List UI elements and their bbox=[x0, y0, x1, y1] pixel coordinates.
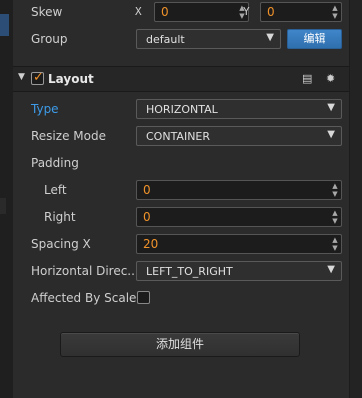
skew-y-field[interactable]: 0 ▲ ▼ bbox=[260, 2, 342, 22]
padding-left-label: Left bbox=[44, 183, 67, 197]
horizontal-direction-label: Horizontal Direc... bbox=[31, 264, 139, 278]
padding-left-value: 0 bbox=[143, 183, 151, 197]
horizontal-direction-select[interactable]: LEFT_TO_RIGHT ▼ bbox=[136, 261, 342, 281]
padding-row: Padding bbox=[13, 152, 349, 174]
skew-x-field[interactable]: 0 ▲ ▼ bbox=[154, 2, 249, 22]
skew-x-value: 0 bbox=[161, 5, 169, 19]
affected-by-scale-label: Affected By Scale bbox=[31, 291, 137, 305]
gutter-mark bbox=[0, 198, 6, 214]
layout-section-header[interactable]: ▼ ✓ Layout ▤ ✹ bbox=[13, 66, 349, 92]
gutter-selection-stripe bbox=[0, 14, 9, 36]
spacing-x-label: Spacing X bbox=[31, 237, 91, 251]
spinner-arrows-icon[interactable]: ▲ ▼ bbox=[330, 236, 340, 252]
padding-label: Padding bbox=[31, 156, 79, 170]
padding-right-row: Right 0 ▲ ▼ bbox=[13, 206, 349, 228]
add-component-button[interactable]: 添加组件 bbox=[60, 332, 300, 357]
right-scrollbar-track[interactable] bbox=[350, 0, 362, 398]
book-icon[interactable]: ▤ bbox=[302, 72, 312, 85]
group-value: default bbox=[146, 33, 185, 46]
spacing-x-field[interactable]: 20 ▲ ▼ bbox=[136, 234, 342, 254]
padding-right-label: Right bbox=[44, 210, 76, 224]
type-label: Type bbox=[31, 102, 59, 116]
group-label: Group bbox=[31, 32, 68, 46]
edit-group-button[interactable]: 编辑 bbox=[287, 29, 342, 49]
layout-section-title: Layout bbox=[48, 72, 94, 86]
layout-enabled-checkbox[interactable]: ✓ bbox=[31, 70, 44, 85]
resize-mode-select[interactable]: CONTAINER ▼ bbox=[136, 126, 342, 146]
spacing-x-row: Spacing X 20 ▲ ▼ bbox=[13, 233, 349, 255]
gear-icon[interactable]: ✹ bbox=[326, 72, 335, 85]
type-row: Type HORIZONTAL ▼ bbox=[13, 98, 349, 120]
padding-left-field[interactable]: 0 ▲ ▼ bbox=[136, 180, 342, 200]
group-select[interactable]: default ▼ bbox=[136, 29, 281, 49]
padding-left-row: Left 0 ▲ ▼ bbox=[13, 179, 349, 201]
inspector-panel: Skew X 0 ▲ ▼ Y 0 ▲ ▼ Group default ▼ 编辑 ▼ bbox=[13, 0, 350, 398]
spinner-arrows-icon[interactable]: ▲ ▼ bbox=[330, 4, 340, 20]
skew-row: Skew X 0 ▲ ▼ Y 0 ▲ ▼ bbox=[13, 1, 349, 23]
inspector-window: Skew X 0 ▲ ▼ Y 0 ▲ ▼ Group default ▼ 编辑 ▼ bbox=[0, 0, 362, 398]
skew-y-axis-label: Y bbox=[243, 5, 250, 18]
affected-by-scale-checkbox[interactable] bbox=[137, 291, 150, 304]
horizontal-direction-value: LEFT_TO_RIGHT bbox=[146, 265, 233, 278]
horizontal-direction-row: Horizontal Direc... LEFT_TO_RIGHT ▼ bbox=[13, 260, 349, 282]
group-row: Group default ▼ 编辑 bbox=[13, 28, 349, 50]
spinner-arrows-icon[interactable]: ▲ ▼ bbox=[330, 209, 340, 225]
skew-x-axis-label: X bbox=[135, 5, 142, 18]
type-select[interactable]: HORIZONTAL ▼ bbox=[136, 99, 342, 119]
resize-mode-label: Resize Mode bbox=[31, 129, 106, 143]
resize-mode-row: Resize Mode CONTAINER ▼ bbox=[13, 125, 349, 147]
padding-right-field[interactable]: 0 ▲ ▼ bbox=[136, 207, 342, 227]
spacing-x-value: 20 bbox=[143, 237, 159, 251]
checkmark-icon: ✓ bbox=[33, 70, 44, 85]
affected-by-scale-row: Affected By Scale bbox=[13, 287, 349, 309]
skew-label: Skew bbox=[31, 5, 63, 19]
triangle-down-icon: ▼ bbox=[327, 129, 335, 140]
triangle-down-icon[interactable]: ▼ bbox=[18, 72, 25, 82]
spinner-arrows-icon[interactable]: ▲ ▼ bbox=[330, 182, 340, 198]
padding-right-value: 0 bbox=[143, 210, 151, 224]
type-value: HORIZONTAL bbox=[146, 103, 218, 116]
left-gutter bbox=[0, 0, 13, 398]
triangle-down-icon: ▼ bbox=[327, 102, 335, 113]
triangle-down-icon: ▼ bbox=[327, 264, 335, 275]
skew-y-value: 0 bbox=[267, 5, 275, 19]
triangle-down-icon: ▼ bbox=[266, 32, 274, 43]
resize-mode-value: CONTAINER bbox=[146, 130, 211, 143]
